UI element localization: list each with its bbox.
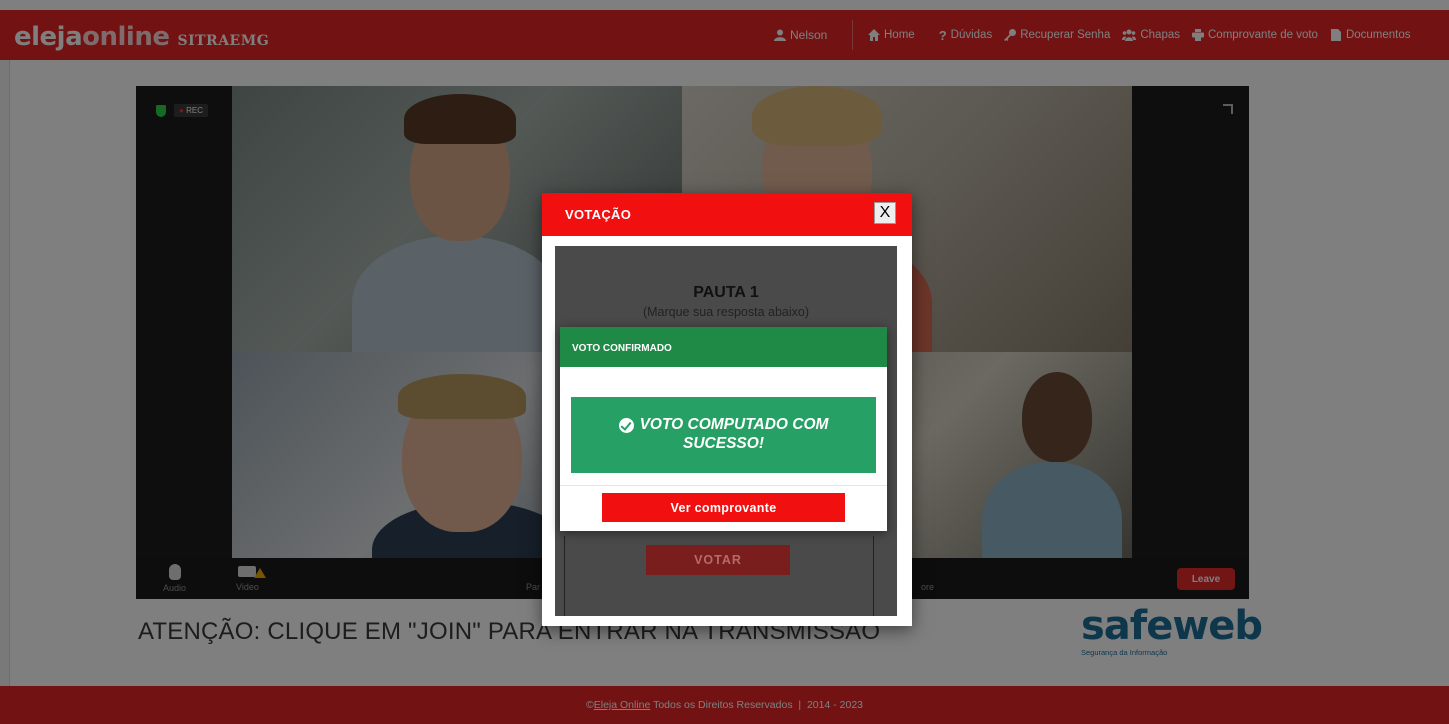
confirm-header: VOTO CONFIRMADO (560, 327, 887, 367)
success-message: VOTO COMPUTADO COM SUCESSO! (571, 397, 876, 473)
check-circle-icon (618, 418, 634, 434)
modal-header: VOTAÇÃO X (542, 193, 912, 236)
close-button[interactable]: X (874, 202, 896, 224)
ballot-subtitle: (Marque sua resposta abaixo) (642, 305, 810, 319)
vote-confirmed-dialog: VOTO CONFIRMADO VOTO COMPUTADO COM SUCES… (560, 327, 887, 531)
view-receipt-button[interactable]: Ver comprovante (602, 493, 845, 522)
ballot-title: PAUTA 1 (693, 284, 759, 301)
confirm-divider (560, 485, 887, 486)
vote-button[interactable]: VOTAR (646, 545, 790, 575)
confirm-title: VOTO CONFIRMADO (572, 343, 672, 354)
modal-title: VOTAÇÃO (565, 207, 632, 222)
